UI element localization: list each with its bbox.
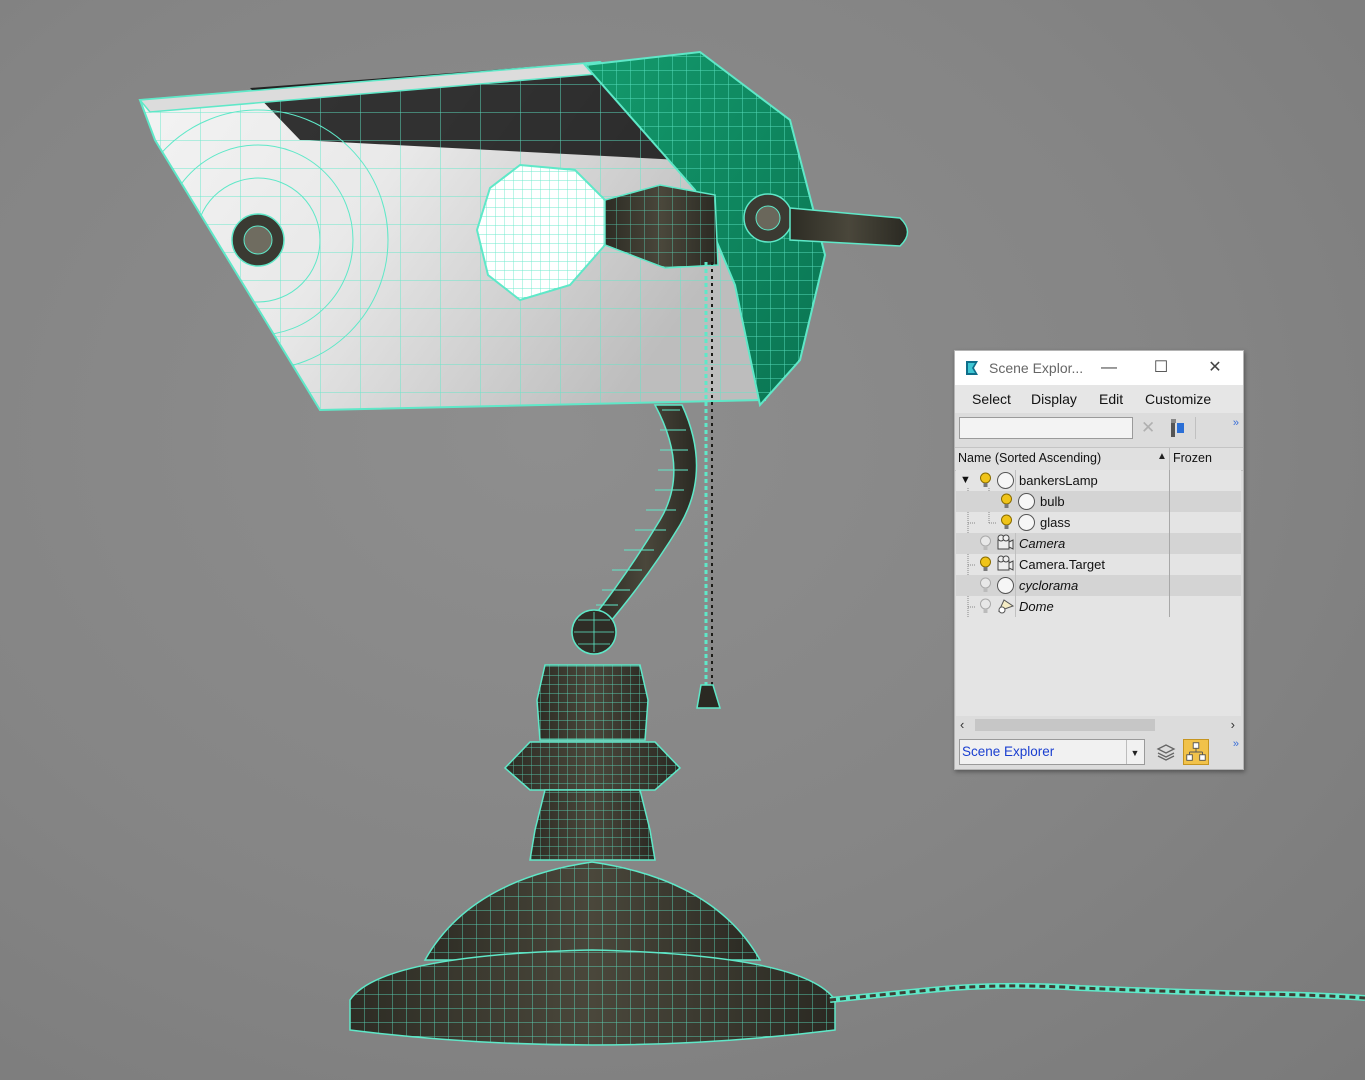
light-bulb-off-icon[interactable] [976, 576, 995, 595]
scroll-right-icon[interactable]: › [1231, 717, 1235, 733]
cell-divider [1015, 470, 1016, 491]
item-label[interactable]: Camera.Target [1019, 557, 1105, 572]
column-name-header[interactable]: Name (Sorted Ascending) [958, 451, 1101, 465]
geometry-icon [1018, 493, 1035, 510]
cell-divider [1015, 554, 1016, 575]
layer-explorer-icon[interactable] [1155, 741, 1177, 763]
frozen-cell[interactable] [1169, 554, 1170, 575]
tree-row[interactable]: Camera [956, 533, 1241, 554]
item-label[interactable]: bulb [1040, 494, 1065, 509]
frozen-cell[interactable] [1169, 512, 1170, 533]
bottom-overflow-icon[interactable]: » [1233, 738, 1239, 750]
explorer-dropdown-value: Scene Explorer [962, 744, 1055, 759]
camera-icon [997, 534, 1014, 550]
light-bulb-on-icon[interactable] [976, 471, 995, 490]
geometry-icon [997, 577, 1014, 594]
close-button[interactable]: ✕ [1201, 355, 1229, 381]
menu-bar: Select Display Edit Customize [955, 385, 1243, 413]
item-label[interactable]: Camera [1019, 536, 1065, 551]
light-bulb-on-icon[interactable] [997, 513, 1016, 532]
column-header: Name (Sorted Ascending) ▲ Frozen [955, 447, 1243, 471]
title-bar[interactable]: Scene Explor... — ☐ ✕ [955, 351, 1243, 385]
geometry-icon [1018, 514, 1035, 531]
cell-divider [1015, 575, 1016, 596]
geometry-icon [997, 472, 1014, 489]
scene-explorer-window[interactable]: Scene Explor... — ☐ ✕ Select Display Edi… [954, 350, 1244, 770]
bottom-toolbar: Scene Explorer ▼ » [955, 736, 1243, 768]
tree-row[interactable]: glass [956, 512, 1241, 533]
light-bulb-off-icon[interactable] [976, 597, 995, 616]
clear-search-icon[interactable]: ✕ [1141, 419, 1155, 437]
tree-row[interactable]: Dome [956, 596, 1241, 617]
scroll-thumb[interactable] [975, 719, 1155, 731]
menu-edit[interactable]: Edit [1099, 391, 1123, 407]
toolbar-overflow-icon[interactable]: » [1233, 417, 1239, 429]
lamp-arm [571, 404, 698, 655]
find-tool-icon[interactable] [1167, 417, 1187, 439]
cell-divider [1015, 596, 1016, 617]
frozen-cell[interactable] [1169, 470, 1170, 491]
frozen-cell[interactable] [1169, 533, 1170, 554]
menu-display[interactable]: Display [1031, 391, 1077, 407]
item-label[interactable]: Dome [1019, 599, 1054, 614]
tree-row[interactable]: ▼ bankersLamp [956, 470, 1241, 491]
toolbar-separator [1195, 417, 1196, 439]
column-frozen-header[interactable]: Frozen [1173, 451, 1212, 465]
scene-tree: ▼ bankersLamp bulb glass Camera Camera.T… [956, 470, 1241, 716]
tree-row[interactable]: Camera.Target [956, 554, 1241, 575]
tree-row[interactable]: bulb [956, 491, 1241, 512]
menu-customize[interactable]: Customize [1145, 391, 1211, 407]
power-cord [829, 982, 1365, 1003]
cell-divider [1015, 533, 1016, 554]
hierarchy-icon[interactable] [1183, 739, 1209, 765]
horizontal-scrollbar[interactable]: ‹ › [956, 717, 1241, 733]
column-divider[interactable] [1169, 448, 1170, 470]
light-bulb-on-icon[interactable] [976, 555, 995, 574]
dome-light-icon [998, 599, 1015, 614]
frozen-cell[interactable] [1169, 491, 1170, 512]
tree-row[interactable]: cyclorama [956, 575, 1241, 596]
sort-ascending-icon[interactable]: ▲ [1157, 451, 1167, 462]
search-input[interactable] [959, 417, 1133, 439]
frozen-cell[interactable] [1169, 596, 1170, 617]
explorer-dropdown[interactable]: Scene Explorer ▼ [959, 739, 1145, 765]
item-label[interactable]: cyclorama [1019, 578, 1078, 593]
light-bulb-off-icon[interactable] [976, 534, 995, 553]
window-title: Scene Explor... [989, 360, 1084, 376]
lamp-base [349, 664, 836, 1046]
maximize-button[interactable]: ☐ [1147, 355, 1175, 381]
light-bulb-on-icon[interactable] [997, 492, 1016, 511]
frozen-cell[interactable] [1169, 575, 1170, 596]
3dsmax-app-icon [966, 361, 978, 375]
menu-select[interactable]: Select [972, 391, 1011, 407]
dropdown-arrow-icon[interactable]: ▼ [1126, 740, 1143, 764]
item-label[interactable]: bankersLamp [1019, 473, 1098, 488]
scroll-left-icon[interactable]: ‹ [960, 717, 964, 733]
minimize-button[interactable]: — [1095, 355, 1123, 381]
search-toolbar: ✕ [955, 413, 1243, 443]
camera-icon [997, 555, 1014, 571]
collapse-arrow-icon[interactable]: ▼ [960, 474, 971, 486]
item-label[interactable]: glass [1040, 515, 1070, 530]
